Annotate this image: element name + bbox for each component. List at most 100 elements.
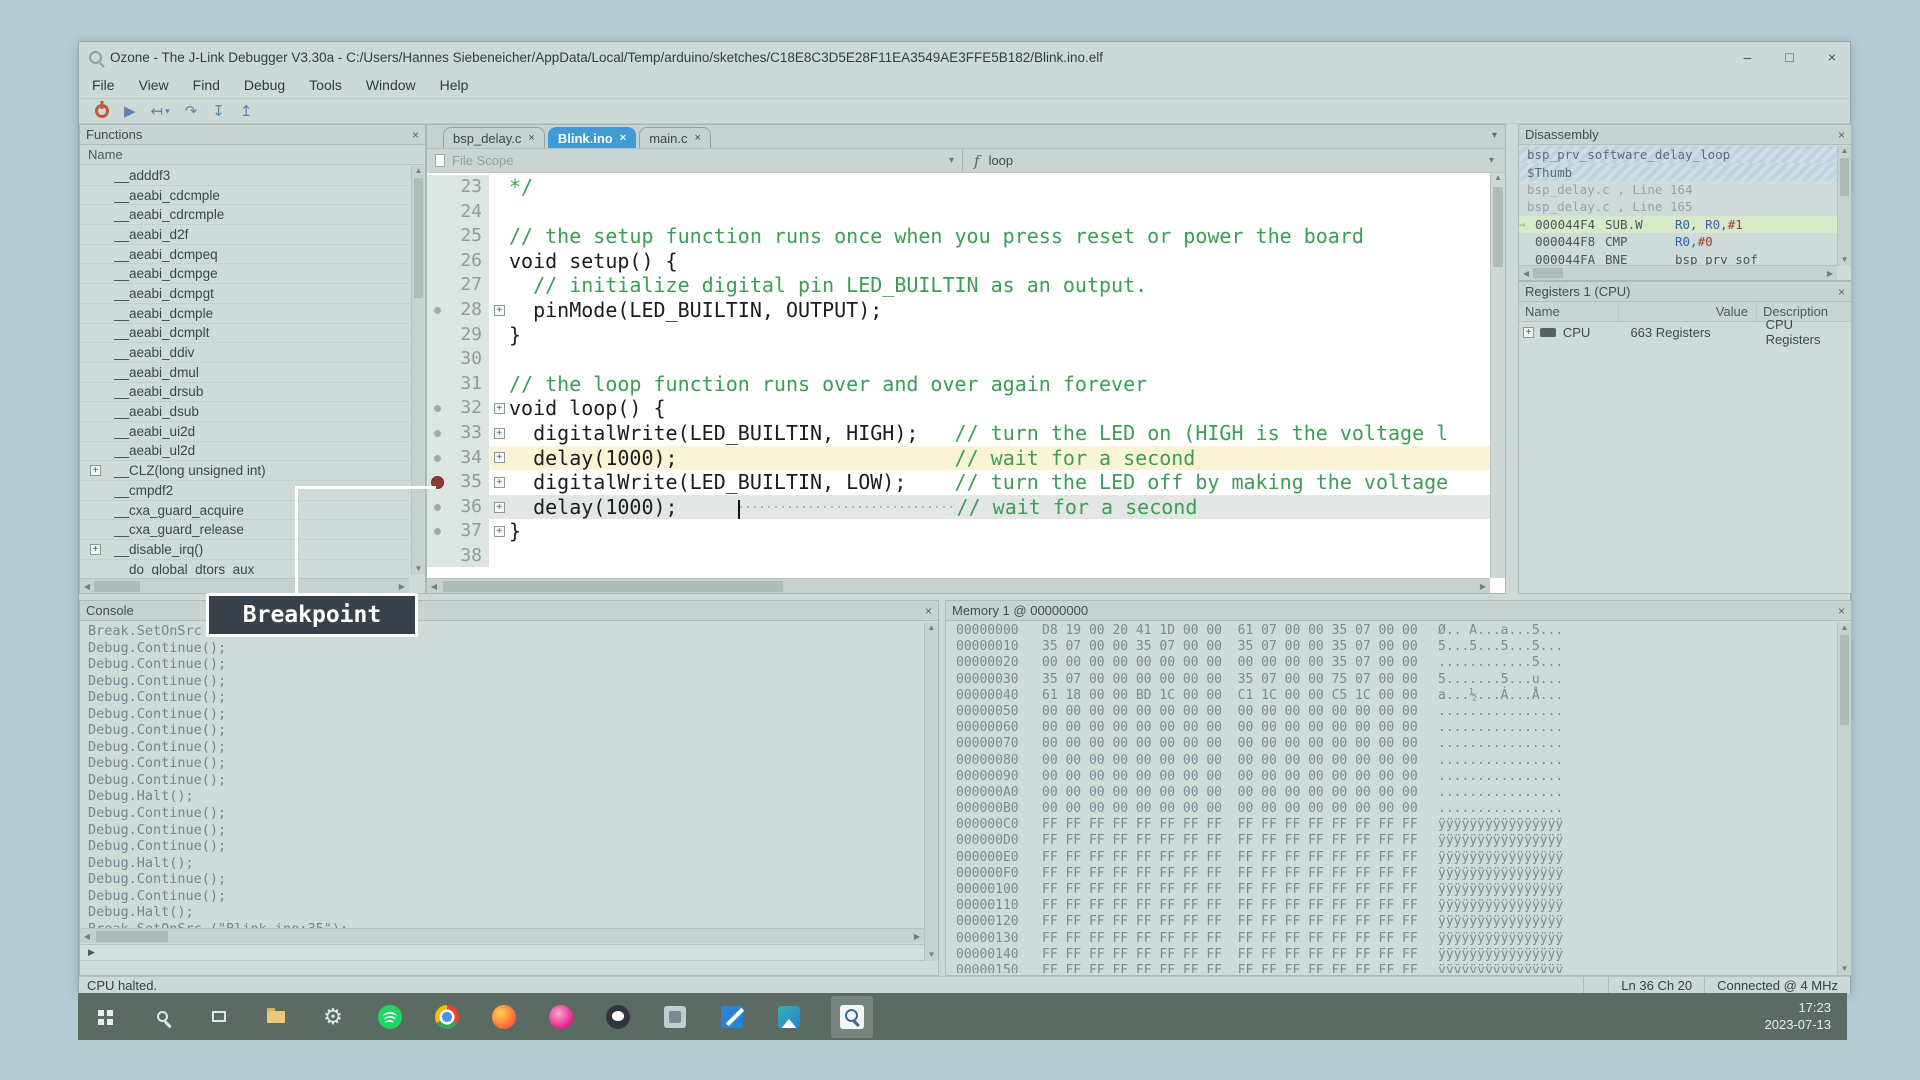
- settings-icon[interactable]: ⚙: [318, 1002, 348, 1032]
- image-viewer-icon[interactable]: [774, 1002, 804, 1032]
- breakpoint-gutter[interactable]: [427, 249, 449, 274]
- editor-vertical-scrollbar[interactable]: ▲: [1490, 173, 1505, 578]
- chrome-icon[interactable]: [432, 1002, 462, 1032]
- functions-column-header[interactable]: Name: [80, 145, 425, 165]
- breakpoint-gutter[interactable]: [427, 519, 449, 544]
- close-icon[interactable]: ×: [1838, 604, 1845, 618]
- code-line[interactable]: 25// the setup function runs once when y…: [427, 224, 1490, 249]
- code-line[interactable]: 27 // initialize digital pin LED_BUILTIN…: [427, 273, 1490, 298]
- function-item[interactable]: __aeabi_dsub: [80, 402, 409, 422]
- memory-row[interactable]: 000000A000 00 00 00 00 00 00 00 00 00 00…: [946, 785, 1837, 801]
- continue-button[interactable]: ▶: [124, 102, 136, 120]
- function-item[interactable]: +__CLZ(long unsigned int): [80, 461, 409, 481]
- memory-row[interactable]: 0000008000 00 00 00 00 00 00 00 00 00 00…: [946, 753, 1837, 769]
- menu-debug[interactable]: Debug: [244, 77, 285, 93]
- line-marker-dot[interactable]: [434, 504, 441, 511]
- function-item[interactable]: __cxa_guard_acquire: [80, 501, 409, 521]
- fold-icon[interactable]: +: [494, 403, 505, 414]
- function-item[interactable]: __aeabi_ddiv: [80, 343, 409, 363]
- file-explorer-icon[interactable]: [261, 1002, 291, 1032]
- function-item[interactable]: __cmpdf2: [80, 481, 409, 501]
- memory-row[interactable]: 0000005000 00 00 00 00 00 00 00 00 00 00…: [946, 704, 1837, 720]
- functions-vertical-scrollbar[interactable]: ▲▼: [411, 166, 425, 575]
- memory-row[interactable]: 00000140FF FF FF FF FF FF FF FF FF FF FF…: [946, 947, 1837, 963]
- title-bar[interactable]: Ozone - The J-Link Debugger V3.30a - C:/…: [79, 42, 1850, 72]
- function-item[interactable]: __do_global_dtors_aux: [80, 560, 409, 575]
- fold-icon[interactable]: +: [494, 305, 505, 316]
- breakpoint-gutter[interactable]: [427, 273, 449, 298]
- taskbar-clock[interactable]: 17:23 2023-07-13: [1765, 999, 1832, 1033]
- breakpoint-gutter[interactable]: [427, 495, 449, 520]
- breakpoint-gutter[interactable]: [427, 544, 449, 567]
- code-line[interactable]: 24: [427, 200, 1490, 225]
- editor-horizontal-scrollbar[interactable]: ◀▶: [427, 578, 1490, 593]
- breakpoint-gutter[interactable]: [427, 323, 449, 348]
- line-marker-dot[interactable]: [434, 455, 441, 462]
- disassembly-row[interactable]: bsp_delay.c , Line 164: [1519, 181, 1837, 198]
- function-item[interactable]: __aeabi_dmul: [80, 363, 409, 383]
- menu-file[interactable]: File: [92, 77, 115, 93]
- function-item[interactable]: __aeabi_dcmplt: [80, 324, 409, 344]
- line-marker-dot[interactable]: [434, 430, 441, 437]
- code-line[interactable]: 26void setup() {: [427, 249, 1490, 274]
- code-line[interactable]: 36+ delay(1000); // wait for a second: [427, 495, 1490, 520]
- memory-row[interactable]: 0000006000 00 00 00 00 00 00 00 00 00 00…: [946, 720, 1837, 736]
- menu-tools[interactable]: Tools: [309, 77, 342, 93]
- function-item[interactable]: __aeabi_dcmple: [80, 304, 409, 324]
- function-dropdown[interactable]: f loop ▾: [963, 149, 1505, 172]
- memory-row[interactable]: 00000000D8 19 00 20 41 1D 00 00 61 07 00…: [946, 623, 1837, 639]
- function-item[interactable]: __aeabi_cdrcmple: [80, 205, 409, 225]
- line-marker-dot[interactable]: [434, 307, 441, 314]
- function-item[interactable]: __aeabi_cdcmple: [80, 186, 409, 206]
- memory-row[interactable]: 000000F0FF FF FF FF FF FF FF FF FF FF FF…: [946, 866, 1837, 882]
- code-line[interactable]: 34+ delay(1000); // wait for a second: [427, 446, 1490, 471]
- memory-row[interactable]: 00000120FF FF FF FF FF FF FF FF FF FF FF…: [946, 914, 1837, 930]
- photos-icon[interactable]: [546, 1002, 576, 1032]
- memory-row[interactable]: 0000003035 07 00 00 00 00 00 00 35 07 00…: [946, 672, 1837, 688]
- close-icon[interactable]: ×: [1838, 285, 1845, 299]
- breakpoint-gutter[interactable]: [427, 396, 449, 421]
- firefox-icon[interactable]: [489, 1002, 519, 1032]
- menu-find[interactable]: Find: [193, 77, 220, 93]
- functions-horizontal-scrollbar[interactable]: ◀▶: [80, 578, 409, 593]
- column-name[interactable]: Name: [1519, 302, 1619, 321]
- magnifier-icon[interactable]: [831, 996, 873, 1038]
- memory-row[interactable]: 000000D0FF FF FF FF FF FF FF FF FF FF FF…: [946, 833, 1837, 849]
- code-line[interactable]: 33+ digitalWrite(LED_BUILTIN, HIGH); // …: [427, 421, 1490, 446]
- function-item[interactable]: __aeabi_ul2d: [80, 442, 409, 462]
- memory-row[interactable]: 0000002000 00 00 00 00 00 00 00 00 00 00…: [946, 655, 1837, 671]
- console-horizontal-scrollbar[interactable]: ◀▶: [80, 928, 924, 943]
- close-icon[interactable]: ×: [1838, 128, 1845, 142]
- breakpoint-gutter[interactable]: [427, 446, 449, 471]
- close-button[interactable]: ×: [1828, 49, 1836, 65]
- code-line[interactable]: 31// the loop function runs over and ove…: [427, 372, 1490, 397]
- maximize-button[interactable]: □: [1785, 49, 1793, 65]
- minimize-button[interactable]: –: [1744, 49, 1752, 65]
- expand-icon[interactable]: +: [1523, 327, 1534, 338]
- spotify-icon[interactable]: [375, 1002, 405, 1032]
- menu-view[interactable]: View: [139, 77, 169, 93]
- console-vertical-scrollbar[interactable]: ▲▼: [924, 623, 938, 961]
- breakpoint-gutter[interactable]: [427, 372, 449, 397]
- tab-bsp_delay.c[interactable]: bsp_delay.c×: [443, 127, 545, 148]
- breakpoint-gutter[interactable]: [427, 421, 449, 446]
- reset-button[interactable]: ↤▾: [151, 102, 170, 120]
- memory-row[interactable]: 00000100FF FF FF FF FF FF FF FF FF FF FF…: [946, 882, 1837, 898]
- fold-icon[interactable]: +: [494, 526, 505, 537]
- close-icon[interactable]: ×: [412, 128, 419, 142]
- register-row-cpu[interactable]: + CPU 663 Registers CPU Registers: [1519, 322, 1851, 342]
- close-icon[interactable]: ×: [925, 604, 932, 618]
- function-item[interactable]: __adddf3: [80, 166, 409, 186]
- line-marker-dot[interactable]: [434, 528, 441, 535]
- code-line[interactable]: 37+}: [427, 519, 1490, 544]
- code-line[interactable]: 28+ pinMode(LED_BUILTIN, OUTPUT);: [427, 298, 1490, 323]
- file-scope-dropdown[interactable]: File Scope ▾: [427, 149, 963, 172]
- memory-vertical-scrollbar[interactable]: ▲▼: [1837, 623, 1851, 975]
- line-marker-dot[interactable]: [434, 405, 441, 412]
- tab-Blink.ino[interactable]: Blink.ino×: [548, 127, 636, 148]
- code-line[interactable]: 32+void loop() {: [427, 396, 1490, 421]
- start-icon[interactable]: [90, 1002, 120, 1032]
- memory-row[interactable]: 000000C0FF FF FF FF FF FF FF FF FF FF FF…: [946, 817, 1837, 833]
- code-line[interactable]: 38: [427, 544, 1490, 567]
- fold-icon[interactable]: +: [494, 428, 505, 439]
